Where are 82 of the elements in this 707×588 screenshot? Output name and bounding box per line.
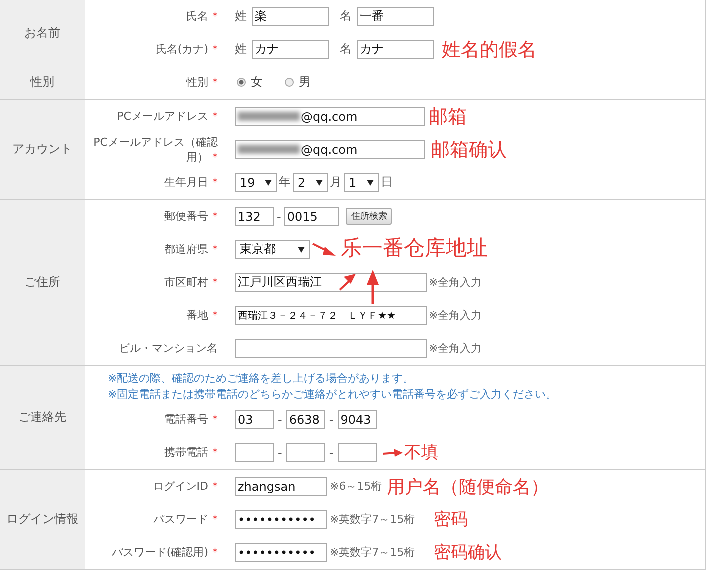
date-unit: 日 xyxy=(381,174,393,191)
separator-text: - xyxy=(278,412,282,426)
field-label: 性別 * xyxy=(185,75,218,90)
field-label: 都道府県 * xyxy=(164,242,218,257)
date-select[interactable]: 1 xyxy=(344,173,379,192)
caret-icon xyxy=(298,246,305,252)
zip-field[interactable]: 132 xyxy=(235,207,274,226)
annotation-text: 邮箱确认 xyxy=(431,138,507,162)
password-field[interactable]: ••••••••••• xyxy=(235,510,327,529)
input-hint: ※全角入力 xyxy=(429,341,482,356)
section-title: ご住所 xyxy=(24,274,60,291)
phone-field[interactable] xyxy=(286,443,326,462)
login-id-field[interactable]: zhangsan xyxy=(235,477,327,496)
radio-option[interactable]: 女 xyxy=(237,74,263,91)
name-field[interactable]: カナ xyxy=(357,40,434,59)
annotation-text: 不填 xyxy=(404,442,439,464)
date-unit: 年 xyxy=(279,174,291,191)
name-field[interactable]: 楽 xyxy=(252,7,329,26)
field-label: パスワード(確認用) * xyxy=(110,545,218,560)
section-title: ご連絡先 xyxy=(18,409,66,426)
field-prefix: 姓 xyxy=(235,41,247,58)
password-field[interactable]: ••••••••••• xyxy=(235,543,327,562)
date-unit: 月 xyxy=(330,174,342,191)
notice-text: ※固定電話または携帯電話のどちらかご連絡がとれやすい電話番号を必ずご入力ください。 xyxy=(108,387,558,403)
annotation-text: 用户名（随便命名） xyxy=(387,476,550,498)
field-prefix: 名 xyxy=(340,8,352,25)
section-title: アカウント xyxy=(12,141,72,158)
zip-field[interactable]: 0015 xyxy=(284,207,340,226)
name-field[interactable]: カナ xyxy=(252,40,329,59)
annotation-text: 姓名的假名 xyxy=(442,38,537,62)
field-label: ログインID * xyxy=(152,479,218,494)
section-title: 性別 xyxy=(30,74,54,91)
notice-text: ※配送の際、確認のためご連絡を差し上げる場合があります。 xyxy=(108,371,416,387)
caret-icon xyxy=(367,180,374,186)
field-label: 携帯電話 * xyxy=(164,445,218,460)
input-hint: ※英数字7～15桁 xyxy=(330,512,416,527)
section-title: ログイン情報 xyxy=(6,511,78,528)
phone-field[interactable]: 9043 xyxy=(338,410,377,429)
separator-text: - xyxy=(329,446,334,460)
phone-field[interactable]: 03 xyxy=(235,410,274,429)
address-search-button[interactable]: 住所検索 xyxy=(346,208,392,225)
phone-field[interactable]: 6638 xyxy=(286,410,326,429)
section-title: お名前 xyxy=(24,24,60,42)
prefecture-select[interactable]: 東京都 xyxy=(235,240,310,259)
date-select[interactable]: 19 xyxy=(235,173,277,192)
separator-text: - xyxy=(278,446,282,460)
field-label: 氏名 * xyxy=(186,9,218,24)
input-hint: ※全角入力 xyxy=(429,275,482,290)
phone-field[interactable] xyxy=(338,443,377,462)
input-hint: ※全角入力 xyxy=(429,308,482,323)
field-prefix: 名 xyxy=(340,41,352,58)
address-field[interactable]: 西瑞江３－２４－７２ ＬＹＦ★★ xyxy=(235,306,427,325)
separator-text: - xyxy=(277,210,282,224)
annotation-text: 邮箱 xyxy=(429,104,467,130)
field-label: 番地 * xyxy=(186,308,218,323)
annotation-text: 密码确认 xyxy=(434,542,502,564)
field-label: 市区町村 * xyxy=(164,275,218,290)
separator-text: - xyxy=(329,412,334,426)
field-label: 氏名(カナ) * xyxy=(154,42,218,57)
field-label: 郵便番号 * xyxy=(164,209,218,224)
address-field[interactable] xyxy=(235,339,427,358)
caret-icon xyxy=(316,180,323,186)
input-hint: ※英数字7～15桁 xyxy=(330,545,416,560)
date-select[interactable]: 2 xyxy=(293,173,328,192)
email-field[interactable]: @qq.com xyxy=(235,107,425,126)
field-label: 生年月日 * xyxy=(164,175,218,190)
radio-option[interactable]: 男 xyxy=(285,74,311,91)
field-label: ビル・マンション名 xyxy=(118,341,218,356)
email-field[interactable]: @qq.com xyxy=(235,140,425,159)
field-label: PCメールアドレス * xyxy=(116,109,218,124)
field-label: 電話番号 * xyxy=(164,412,218,427)
arrow-icon xyxy=(382,448,403,456)
phone-field[interactable] xyxy=(235,443,274,462)
address-field[interactable]: 江戸川区西瑞江 xyxy=(235,273,427,292)
caret-icon xyxy=(265,180,272,186)
field-label: PCメールアドレス（確認用） * xyxy=(92,134,218,164)
annotation-text: 密码 xyxy=(434,509,468,531)
annotation-text: 乐一番仓库地址 xyxy=(341,236,488,260)
name-field[interactable]: 一番 xyxy=(357,7,434,26)
field-prefix: 姓 xyxy=(235,8,247,25)
input-hint: ※6～15桁 xyxy=(330,479,382,494)
field-label: パスワード * xyxy=(152,512,218,527)
